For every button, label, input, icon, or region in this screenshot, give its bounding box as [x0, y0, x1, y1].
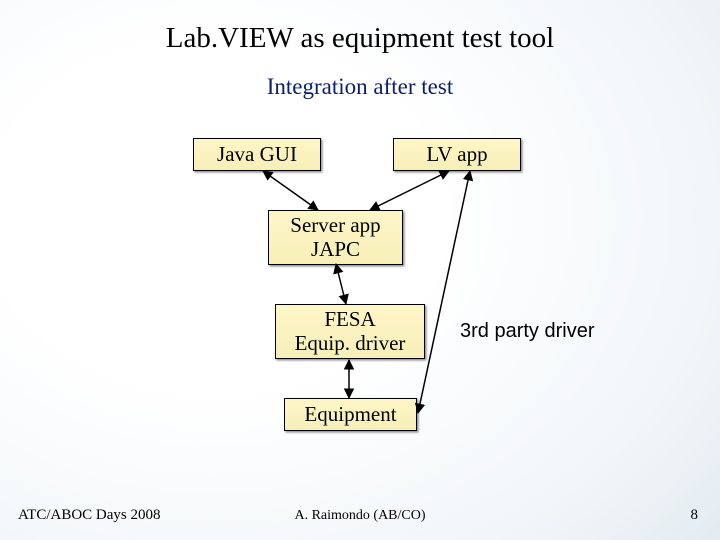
node-server-app: Server app JAPC: [268, 210, 403, 265]
node-equipment-label: Equipment: [285, 399, 416, 430]
node-equipment: Equipment: [284, 398, 417, 431]
edge-lvapp-serverapp: [370, 171, 449, 210]
node-java-gui: Java GUI: [193, 138, 321, 171]
node-server-app-line1: Server app: [275, 213, 396, 237]
node-fesa: FESA Equip. driver: [275, 304, 425, 359]
node-lv-app: LV app: [393, 138, 521, 171]
edge-lvapp-equipment: [418, 171, 470, 413]
node-java-gui-label: Java GUI: [194, 139, 320, 170]
node-server-app-line2: JAPC: [275, 237, 396, 261]
node-lv-app-label: LV app: [394, 139, 520, 170]
footer-center: A. Raimondo (AB/CO): [0, 508, 720, 524]
node-fesa-line1: FESA: [282, 307, 418, 331]
page-title: Lab.VIEW as equipment test tool: [0, 22, 720, 55]
edge-javagui-serverapp: [263, 171, 318, 210]
node-fesa-line2: Equip. driver: [282, 331, 418, 355]
annotation-3rd-party-driver: 3rd party driver: [460, 320, 595, 343]
edge-serverapp-fesa: [336, 264, 346, 304]
footer-page-number: 8: [691, 507, 699, 524]
page-subtitle: Integration after test: [0, 74, 720, 100]
